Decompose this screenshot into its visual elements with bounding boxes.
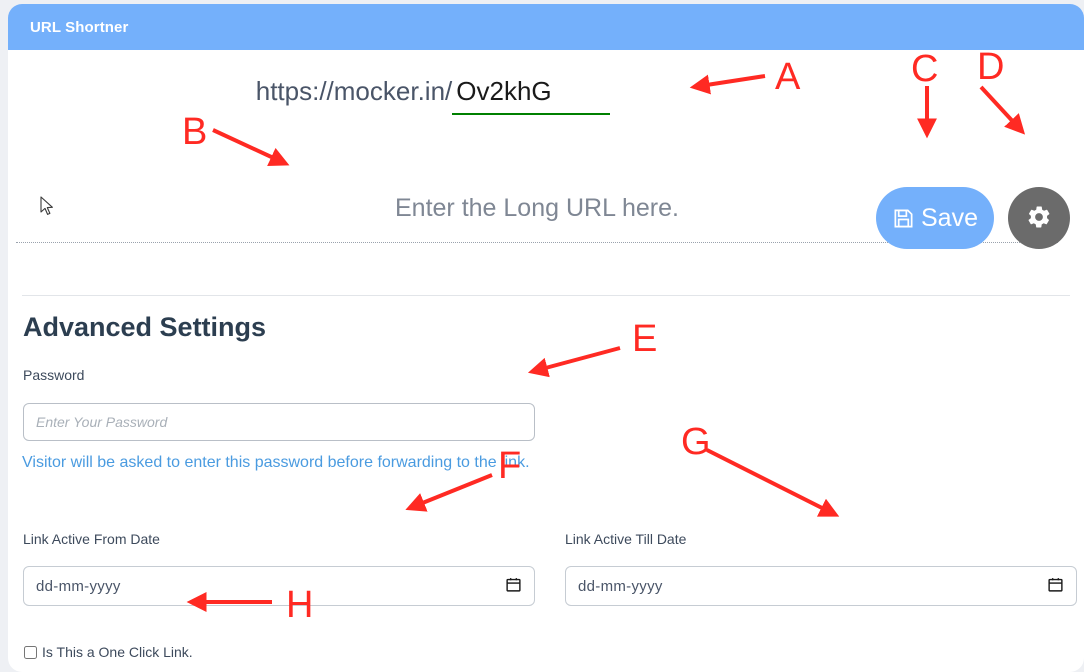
annotation-letter-b: B xyxy=(182,111,208,153)
calendar-icon[interactable] xyxy=(505,576,522,597)
from-date-label: Link Active From Date xyxy=(23,531,160,547)
short-url-row: https://mocker.in/ xyxy=(8,76,858,115)
till-date-placeholder: dd-mm-yyyy xyxy=(578,577,663,595)
password-label: Password xyxy=(23,367,85,383)
till-date-label: Link Active Till Date xyxy=(565,531,687,547)
annotation-letter-f: F xyxy=(498,445,522,487)
settings-button[interactable] xyxy=(1008,187,1070,249)
section-divider xyxy=(22,295,1070,296)
annotation-letter-d: D xyxy=(977,46,1005,88)
one-click-checkbox[interactable] xyxy=(24,645,37,659)
one-click-link-row[interactable]: Is This a One Click Link. xyxy=(24,644,193,660)
save-button-label: Save xyxy=(921,203,978,232)
advanced-settings-title: Advanced Settings xyxy=(23,312,267,342)
password-help-text: Visitor will be asked to enter this pass… xyxy=(22,454,530,471)
annotation-letter-c: C xyxy=(911,48,939,90)
floppy-disk-icon xyxy=(892,207,915,230)
window-title: URL Shortner xyxy=(30,18,129,36)
annotation-letter-e: E xyxy=(632,318,658,360)
save-button[interactable]: Save xyxy=(876,187,994,249)
annotation-letter-g: G xyxy=(681,421,711,463)
gear-icon xyxy=(1026,204,1052,233)
annotation-letter-h: H xyxy=(286,584,314,626)
url-shortner-card: URL Shortner https://mocker.in/ Save xyxy=(8,4,1084,672)
from-date-placeholder: dd-mm-yyyy xyxy=(36,577,121,595)
one-click-label: Is This a One Click Link. xyxy=(42,644,193,660)
calendar-icon[interactable] xyxy=(1047,576,1064,597)
domain-prefix-label: https://mocker.in/ xyxy=(255,76,453,106)
till-date-input[interactable]: dd-mm-yyyy xyxy=(565,566,1077,606)
password-input[interactable] xyxy=(23,403,535,441)
window-title-bar: URL Shortner xyxy=(8,4,1084,50)
from-date-input[interactable]: dd-mm-yyyy xyxy=(23,566,535,606)
annotation-letter-a: A xyxy=(775,56,801,98)
short-url-code-input[interactable] xyxy=(452,76,611,115)
